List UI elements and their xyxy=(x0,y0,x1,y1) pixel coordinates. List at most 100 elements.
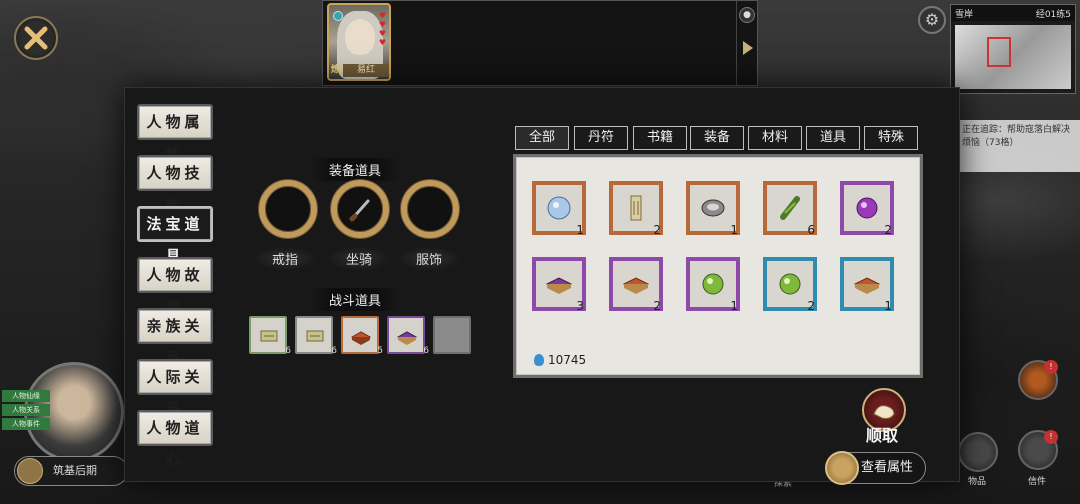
inventory-cell[interactable]: 2 xyxy=(609,181,663,237)
minimap-marker xyxy=(987,37,1011,67)
sword-mount-icon xyxy=(349,199,370,222)
notification-badge: ! xyxy=(1044,360,1058,374)
inventory-cell[interactable]: 1 xyxy=(686,257,740,313)
fire-event-button[interactable]: ! xyxy=(1018,360,1058,400)
green-herb-icon xyxy=(780,196,800,220)
filter-tab-materials[interactable]: 材料 xyxy=(748,126,802,150)
inventory-cell[interactable]: 2 xyxy=(763,257,817,313)
status-tags: 人物仙缘 人物关系 人物事件 xyxy=(2,390,50,432)
inventory-cell[interactable]: 1 xyxy=(532,181,586,237)
minimap-time: 经01练5 xyxy=(1035,10,1071,20)
spirit-stone-icon xyxy=(534,354,544,366)
ring-slot-label: 戒指 xyxy=(255,247,315,270)
purple-box-icon xyxy=(396,331,418,345)
status-tag: 人物仙缘 xyxy=(2,390,50,402)
item-count: 3 xyxy=(576,299,584,313)
battle-item-slot[interactable]: 5 xyxy=(341,316,383,356)
item-count: 1 xyxy=(576,223,584,237)
inventory-cell[interactable]: 3 xyxy=(532,257,586,313)
mail-button[interactable]: ! xyxy=(1018,430,1058,470)
minimap[interactable]: 雪岸 经01练5 xyxy=(950,4,1076,94)
cultivation-icon xyxy=(17,458,43,484)
inventory-cell[interactable]: 1 xyxy=(686,181,740,237)
tab-treasures[interactable]: 法宝道具 xyxy=(137,206,213,265)
item-count: 6 xyxy=(807,223,815,237)
character-card[interactable]: ♥ ♥ ♥ ♥ 炼丸 易红 xyxy=(327,3,391,81)
red-box-icon xyxy=(853,277,881,294)
inventory-cell[interactable]: 2 xyxy=(609,257,663,313)
group-icon[interactable]: ● xyxy=(739,7,755,23)
item-count: 1 xyxy=(884,299,892,313)
ring-slot[interactable] xyxy=(259,180,317,238)
purple-box-icon xyxy=(545,277,573,294)
close-icon xyxy=(24,26,48,50)
gear-icon[interactable]: ⚙ xyxy=(918,6,946,34)
green-orb-icon xyxy=(702,273,724,295)
minimap-location: 雪岸 xyxy=(955,10,974,20)
filter-tab-books[interactable]: 书籍 xyxy=(633,126,687,150)
green-orb-icon xyxy=(779,273,801,295)
mount-slot-label: 坐骑 xyxy=(329,247,389,270)
notification-badge: ! xyxy=(1044,430,1058,444)
item-count: 6 xyxy=(423,346,429,356)
talisman-icon xyxy=(306,330,324,342)
tab-skills[interactable]: 人物技能 xyxy=(137,155,213,214)
filter-tab-special[interactable]: 特殊 xyxy=(864,126,918,150)
next-arrow-icon[interactable] xyxy=(743,41,753,55)
heart-icons: ♥ ♥ ♥ ♥ xyxy=(378,11,386,47)
status-tag: 人物关系 xyxy=(2,404,50,416)
clothing-slot[interactable] xyxy=(401,180,459,238)
clothing-slot-label: 服饰 xyxy=(399,247,459,270)
purple-orb-icon xyxy=(856,197,878,219)
item-count: 2 xyxy=(653,299,661,313)
cultivation-stage-button[interactable]: 筑基后期 xyxy=(14,456,128,486)
filter-tab-equipment[interactable]: 装备 xyxy=(690,126,744,150)
character-name: 易红 xyxy=(343,64,389,77)
red-box-icon xyxy=(622,277,650,294)
filter-tab-pills[interactable]: 丹符 xyxy=(574,126,628,150)
inventory-cell[interactable]: 6 xyxy=(763,181,817,237)
tab-story[interactable]: 人物故事 xyxy=(137,257,213,316)
filter-tab-all[interactable]: 全部 xyxy=(515,126,569,150)
battle-item-slot[interactable]: 6 xyxy=(249,316,291,356)
close-button[interactable] xyxy=(14,16,58,60)
item-count: 6 xyxy=(285,346,291,356)
view-attributes-label: 查看属性 xyxy=(861,460,914,475)
tab-attributes[interactable]: 人物属性 xyxy=(137,104,213,163)
inventory-cell[interactable]: 1 xyxy=(840,257,894,313)
status-tag: 人物事件 xyxy=(2,418,50,430)
mount-slot[interactable] xyxy=(331,180,389,238)
item-count: 2 xyxy=(653,223,661,237)
talisman-icon xyxy=(260,330,278,342)
strip-divider xyxy=(736,1,737,85)
character-inventory-panel: 人物属性 人物技能 法宝道具 人物故事 亲族关系 人际关系 人物道心 装备道具 … xyxy=(124,87,960,482)
character-avatar-icon xyxy=(825,451,859,485)
tab-relations[interactable]: 人际关系 xyxy=(137,359,213,418)
item-count: 1 xyxy=(730,299,738,313)
items-button[interactable] xyxy=(958,432,998,472)
battle-item-slot[interactable]: 6 xyxy=(387,316,429,356)
spirit-stone-amount: 10745 xyxy=(548,353,587,367)
loot-label: 顺取 xyxy=(866,426,899,445)
battle-item-slot-empty[interactable] xyxy=(433,316,471,354)
tab-dao-heart[interactable]: 人物道心 xyxy=(137,410,213,469)
blue-orb-icon xyxy=(547,196,571,220)
view-attributes-button[interactable]: 查看属性 xyxy=(825,451,926,485)
item-count: 5 xyxy=(377,346,383,356)
minimap-map xyxy=(955,25,1071,89)
item-count: 2 xyxy=(807,299,815,313)
silver-ring-icon xyxy=(701,199,725,217)
filter-tab-props[interactable]: 道具 xyxy=(806,126,860,150)
cultivation-stage-label: 筑基后期 xyxy=(53,464,97,477)
battle-item-slot[interactable]: 6 xyxy=(295,316,337,356)
character-strip: ♥ ♥ ♥ ♥ 炼丸 易红 ● xyxy=(322,0,758,86)
scroll-icon xyxy=(630,195,642,221)
inventory-cell[interactable]: 2 xyxy=(840,181,894,237)
item-count: 1 xyxy=(730,223,738,237)
battle-items-title: 战斗道具 xyxy=(311,288,400,311)
character-gem-icon xyxy=(333,11,343,21)
item-count: 6 xyxy=(331,346,337,356)
minimap-header: 雪岸 经01练5 xyxy=(951,5,1075,21)
quest-tracker[interactable]: 正在追踪：帮助寇落白解决烦恼（73格） xyxy=(956,120,1080,172)
tab-family[interactable]: 亲族关系 xyxy=(137,308,213,367)
